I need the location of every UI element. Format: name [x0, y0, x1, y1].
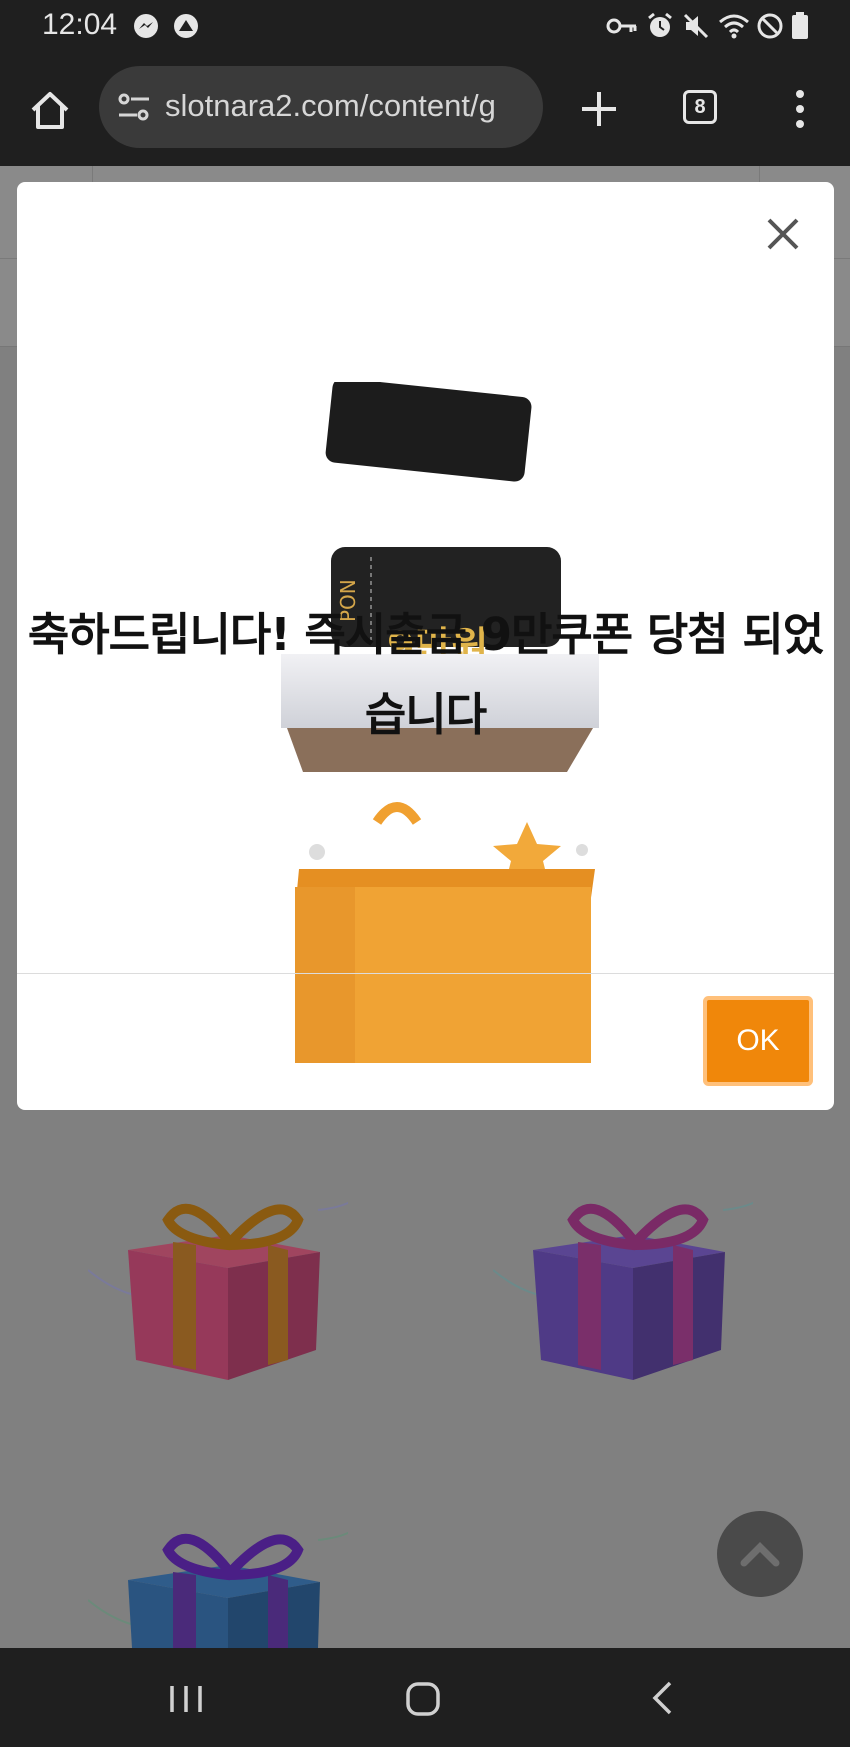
home-nav-icon[interactable]	[405, 1681, 441, 1717]
home-icon[interactable]	[28, 88, 72, 132]
wifi-icon	[719, 14, 749, 39]
do-not-disturb-icon	[757, 13, 783, 39]
address-bar[interactable]: slotnara2.com/content/g	[99, 66, 543, 148]
status-time: 12:04	[42, 8, 118, 41]
mute-icon	[683, 13, 709, 39]
status-bar: 12:04	[0, 0, 850, 52]
gift-box-red[interactable]	[88, 1190, 348, 1390]
site-settings-icon[interactable]	[117, 91, 151, 123]
vpn-key-icon	[606, 18, 637, 34]
gift-box-blue[interactable]	[88, 1520, 348, 1648]
prize-modal: PON 9만원 축하드립니다! 즉시출금 9만쿠폰 당첨 되었습니다 OK	[17, 182, 834, 1110]
modal-message: 축하드립니다! 즉시출금 9만쿠폰 당첨 되었습니다	[27, 608, 824, 741]
ok-button[interactable]: OK	[707, 1000, 809, 1082]
system-navigation-bar	[0, 1648, 850, 1747]
modal-divider	[17, 973, 834, 974]
messenger-icon	[134, 14, 158, 38]
scroll-to-top-button[interactable]	[717, 1511, 803, 1597]
gift-box-purple[interactable]	[493, 1190, 753, 1390]
app-notification-icon	[174, 14, 198, 38]
close-icon[interactable]	[761, 212, 805, 256]
more-menu-icon[interactable]	[788, 87, 812, 131]
url-text[interactable]: slotnara2.com/content/g	[165, 88, 535, 124]
new-tab-icon[interactable]	[578, 88, 620, 130]
tab-switcher-button[interactable]: 8	[683, 90, 717, 124]
battery-icon	[792, 12, 808, 39]
chevron-up-icon	[740, 1542, 780, 1567]
browser-toolbar: slotnara2.com/content/g 8	[0, 52, 850, 166]
alarm-icon	[648, 12, 672, 37]
back-icon[interactable]	[650, 1680, 674, 1716]
tab-count: 8	[694, 96, 706, 118]
recent-apps-icon[interactable]	[168, 1684, 204, 1714]
